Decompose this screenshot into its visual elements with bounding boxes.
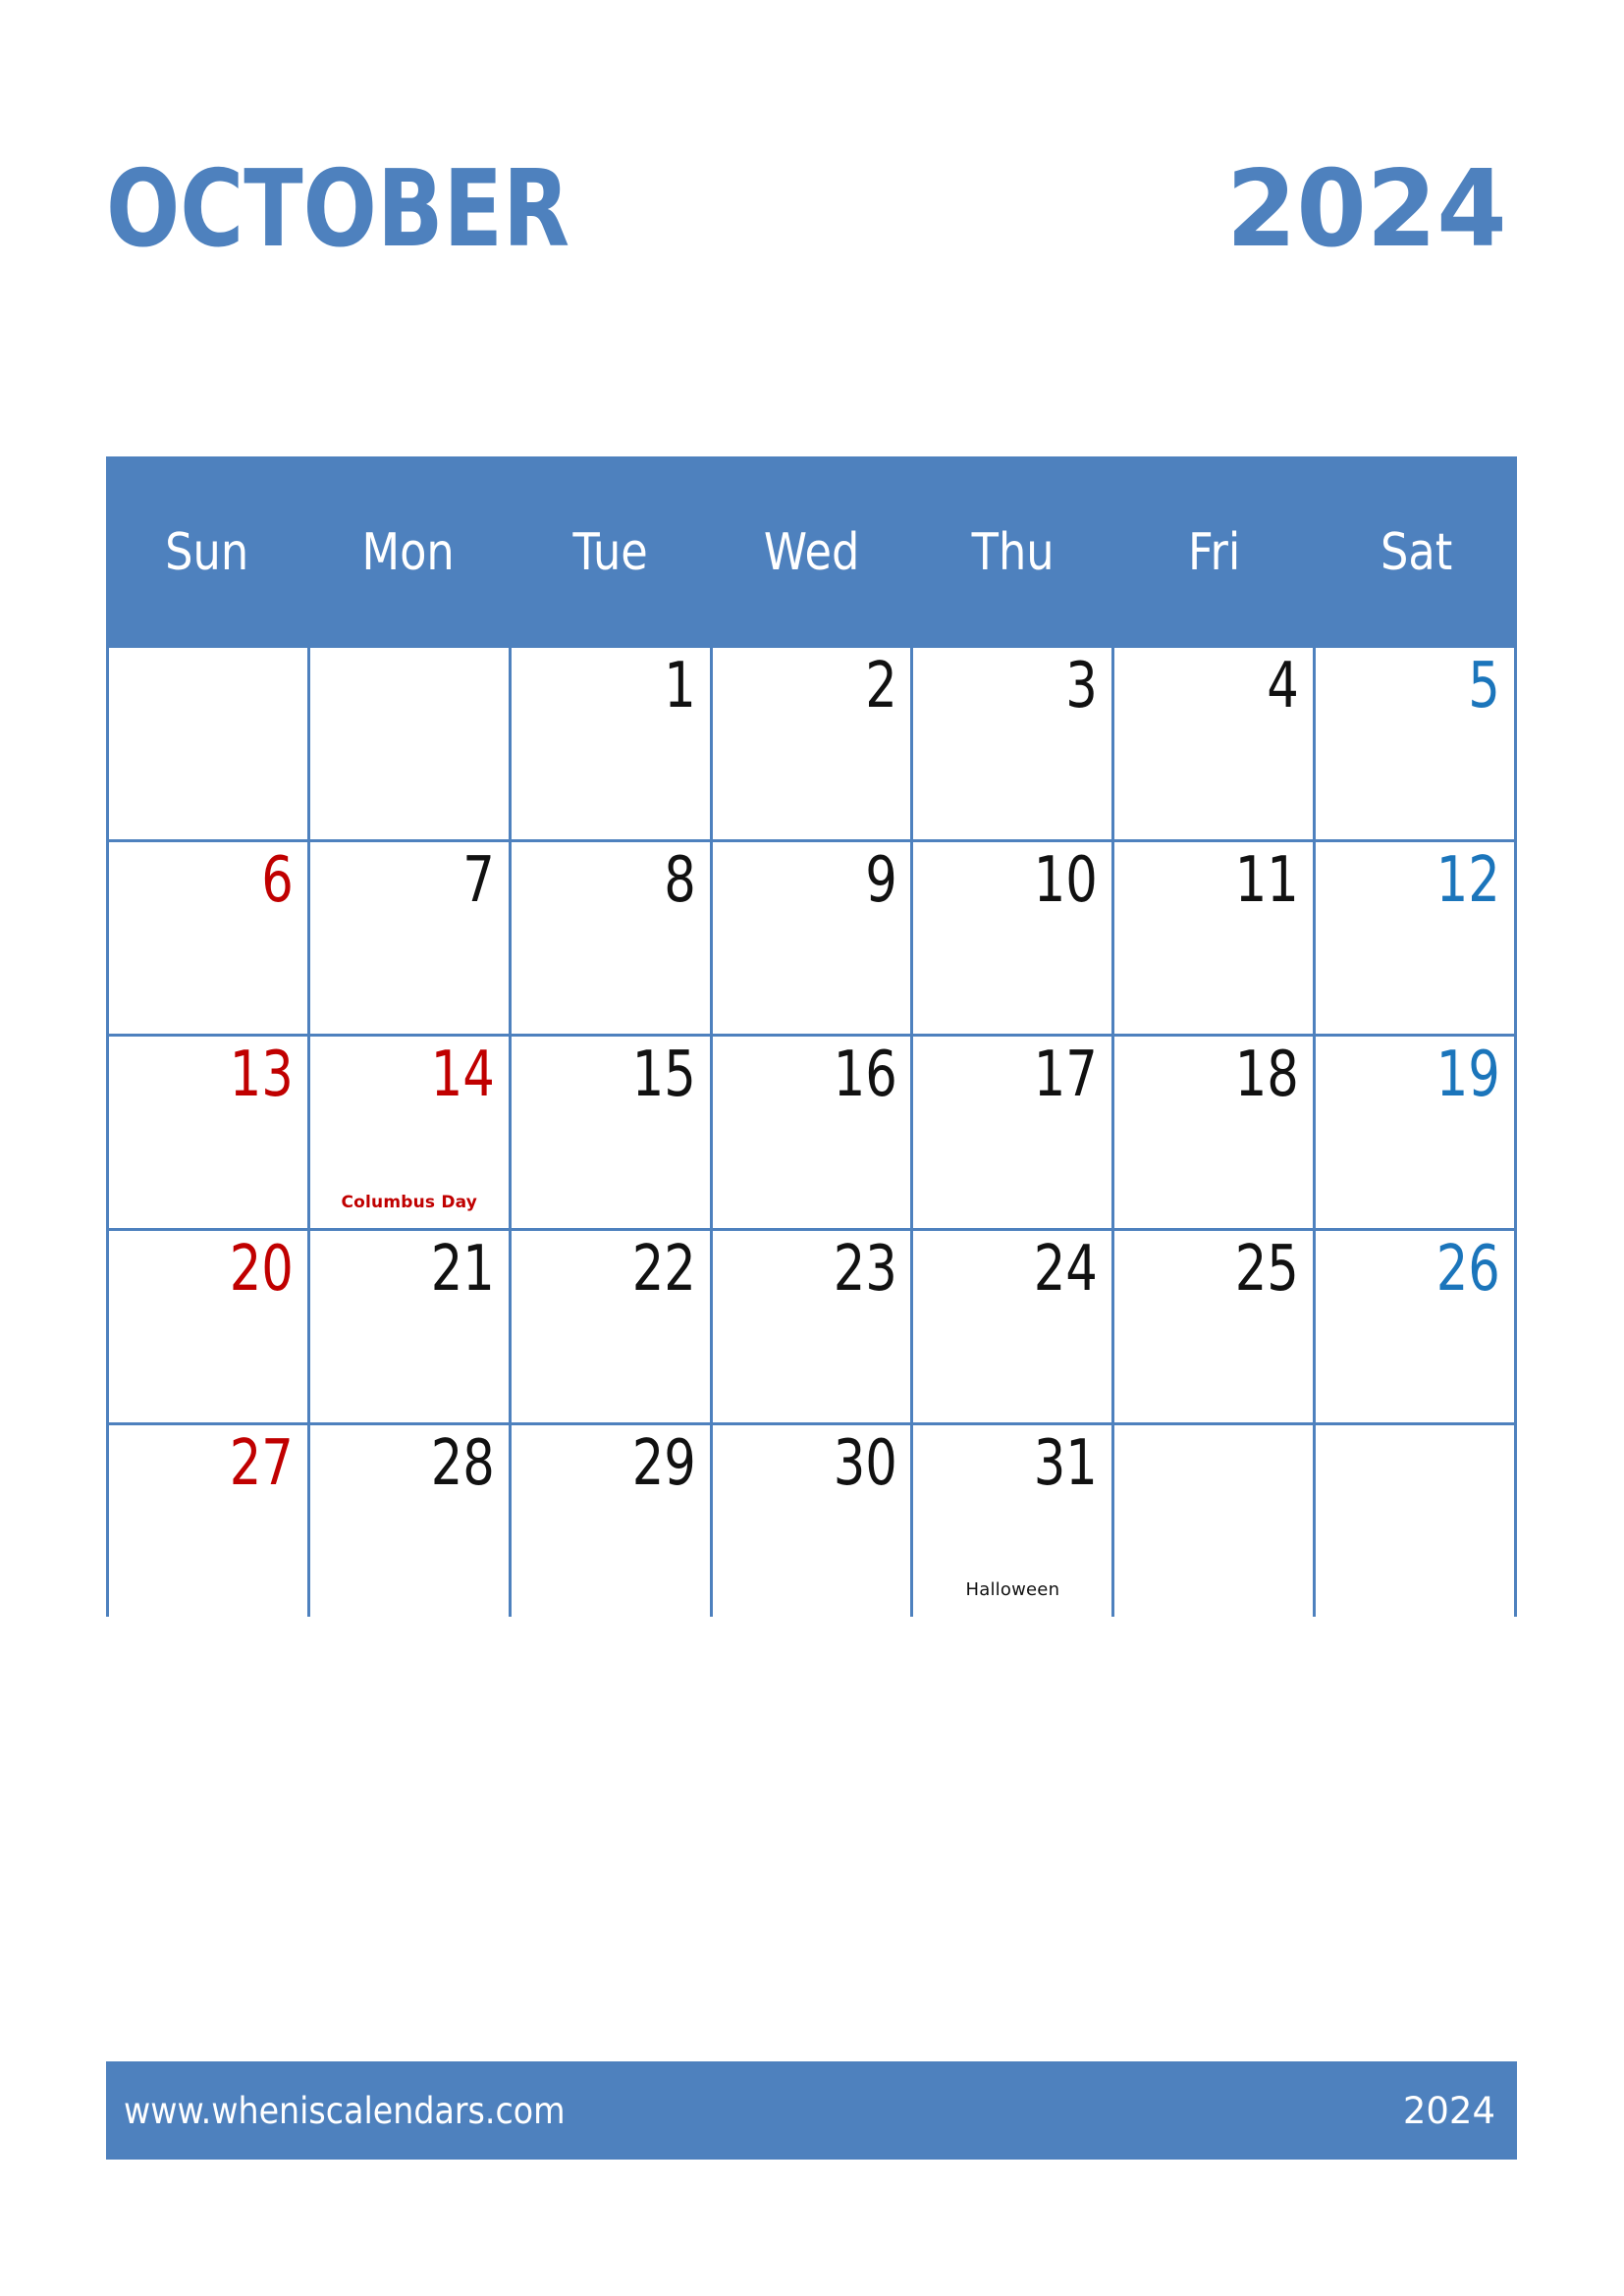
calendar-weeks: 1 2 3 4 5 6 7 8 9 10 11 12 13 14 Columbu… <box>106 648 1517 1617</box>
footer-year: 2024 <box>1402 2089 1495 2132</box>
day-number: 18 <box>1234 1039 1300 1111</box>
calendar-grid: Sun Mon Tue Wed Thu Fri Sat 1 2 3 4 5 6 … <box>106 456 1517 1617</box>
day-number: 19 <box>1435 1039 1500 1111</box>
day-number: 20 <box>229 1233 294 1306</box>
day-number: 26 <box>1435 1233 1500 1306</box>
day-number: 24 <box>1034 1233 1099 1306</box>
day-number: 23 <box>833 1233 897 1306</box>
day-number: 4 <box>1267 650 1300 722</box>
event-label-columbus-day: Columbus Day <box>341 1192 478 1212</box>
day-number: 31 <box>1034 1427 1099 1500</box>
day-number: 29 <box>631 1427 696 1500</box>
calendar-page: OCTOBER 2024 Sun Mon Tue Wed Thu Fri Sat… <box>0 0 1624 2296</box>
day-cell[interactable]: 28 <box>310 1425 512 1617</box>
day-cell[interactable]: 21 <box>310 1231 512 1422</box>
day-cell[interactable]: 10 <box>913 842 1115 1034</box>
day-cell[interactable] <box>1316 1425 1517 1617</box>
day-cell[interactable] <box>1114 1425 1317 1617</box>
calendar-title: OCTOBER 2024 <box>106 145 1517 263</box>
weekday-header-mon: Mon <box>361 522 456 582</box>
calendar-footer: www.wheniscalendars.com 2024 <box>106 2061 1517 2160</box>
weekday-header-sat: Sat <box>1380 522 1453 582</box>
weekday-header-wed: Wed <box>763 522 860 582</box>
day-number: 7 <box>462 844 495 917</box>
day-cell[interactable]: 18 <box>1114 1037 1317 1228</box>
day-cell[interactable]: 30 <box>713 1425 914 1617</box>
day-cell[interactable]: 16 <box>713 1037 914 1228</box>
week-row: 1 2 3 4 5 <box>109 648 1517 839</box>
day-number: 1 <box>663 650 696 722</box>
day-cell-halloween[interactable]: 31 Halloween <box>913 1425 1115 1617</box>
day-cell[interactable]: 6 <box>109 842 310 1034</box>
day-cell[interactable]: 12 <box>1316 842 1517 1034</box>
day-cell[interactable]: 1 <box>512 648 713 839</box>
day-number: 16 <box>833 1039 897 1111</box>
day-number: 27 <box>229 1427 294 1500</box>
weekday-header-fri: Fri <box>1188 522 1241 582</box>
footer-website-url[interactable]: www.wheniscalendars.com <box>124 2093 566 2129</box>
day-cell[interactable]: 15 <box>512 1037 713 1228</box>
day-cell-columbus-day[interactable]: 14 Columbus Day <box>310 1037 512 1228</box>
day-number: 15 <box>631 1039 696 1111</box>
day-cell[interactable]: 5 <box>1316 648 1517 839</box>
day-cell[interactable] <box>109 648 310 839</box>
day-cell[interactable]: 13 <box>109 1037 310 1228</box>
day-number: 9 <box>864 844 897 917</box>
day-number: 22 <box>631 1233 696 1306</box>
weekday-header-sun: Sun <box>165 522 249 582</box>
day-number: 21 <box>430 1233 495 1306</box>
day-cell[interactable] <box>310 648 512 839</box>
page-title-year: 2024 <box>1226 148 1507 271</box>
week-row: 20 21 22 23 24 25 26 <box>109 1228 1517 1422</box>
weekday-header-row: Sun Mon Tue Wed Thu Fri Sat <box>106 456 1517 648</box>
day-cell[interactable]: 19 <box>1316 1037 1517 1228</box>
day-number: 28 <box>430 1427 495 1500</box>
day-cell[interactable]: 17 <box>913 1037 1115 1228</box>
day-number: 17 <box>1034 1039 1099 1111</box>
day-number: 14 <box>430 1039 495 1111</box>
week-row: 6 7 8 9 10 11 12 <box>109 839 1517 1034</box>
day-number: 2 <box>864 650 897 722</box>
day-cell[interactable]: 23 <box>713 1231 914 1422</box>
day-cell[interactable]: 9 <box>713 842 914 1034</box>
week-row: 27 28 29 30 31 Halloween <box>109 1422 1517 1617</box>
day-cell[interactable]: 11 <box>1114 842 1317 1034</box>
week-row: 13 14 Columbus Day 15 16 17 18 19 <box>109 1034 1517 1228</box>
day-cell[interactable]: 7 <box>310 842 512 1034</box>
day-cell[interactable]: 26 <box>1316 1231 1517 1422</box>
day-cell[interactable]: 2 <box>713 648 914 839</box>
day-cell[interactable]: 29 <box>512 1425 713 1617</box>
day-cell[interactable]: 8 <box>512 842 713 1034</box>
day-number: 25 <box>1234 1233 1300 1306</box>
day-cell[interactable]: 27 <box>109 1425 310 1617</box>
day-number: 8 <box>663 844 696 917</box>
day-number: 30 <box>833 1427 897 1500</box>
weekday-header-tue: Tue <box>572 522 648 582</box>
day-number: 10 <box>1034 844 1099 917</box>
event-label-halloween: Halloween <box>965 1579 1060 1601</box>
day-cell[interactable]: 24 <box>913 1231 1115 1422</box>
page-title-month: OCTOBER <box>106 148 570 271</box>
day-number: 11 <box>1234 844 1300 917</box>
day-number: 5 <box>1468 650 1500 722</box>
day-number: 13 <box>229 1039 294 1111</box>
day-number: 3 <box>1065 650 1099 722</box>
day-cell[interactable]: 25 <box>1114 1231 1317 1422</box>
day-cell[interactable]: 4 <box>1114 648 1317 839</box>
day-cell[interactable]: 22 <box>512 1231 713 1422</box>
day-cell[interactable]: 20 <box>109 1231 310 1422</box>
day-number: 12 <box>1435 844 1500 917</box>
day-cell[interactable]: 3 <box>913 648 1115 839</box>
day-number: 6 <box>261 844 294 917</box>
weekday-header-thu: Thu <box>971 522 1055 582</box>
